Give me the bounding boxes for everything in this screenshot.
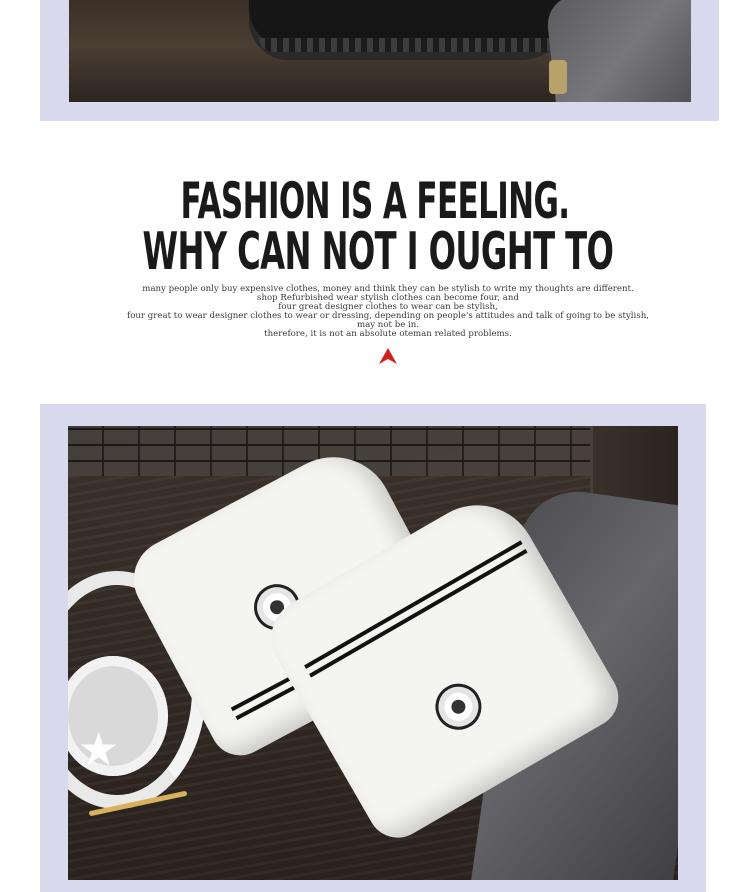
star-icon: ★ (78, 722, 120, 776)
body-copy: many people only buy expensive clothes, … (0, 285, 750, 339)
bottom-product-photo: ★ (68, 426, 678, 880)
zipper-pull (549, 60, 567, 94)
top-product-photo (69, 0, 691, 102)
headline-line-1: FASHION IS A FEELING. (180, 172, 571, 230)
brick-wall (68, 426, 678, 476)
body-line: therefore, it is not an absolute oteman … (264, 329, 512, 339)
sneaker-sole (259, 38, 559, 52)
red-triangle-icon (379, 348, 397, 364)
brand-badge (427, 675, 490, 739)
headline: FASHION IS A FEELING. WHY CAN NOT I OUGH… (0, 172, 750, 282)
headline-line-2: WHY CAN NOT I OUGHT TO (142, 222, 614, 282)
